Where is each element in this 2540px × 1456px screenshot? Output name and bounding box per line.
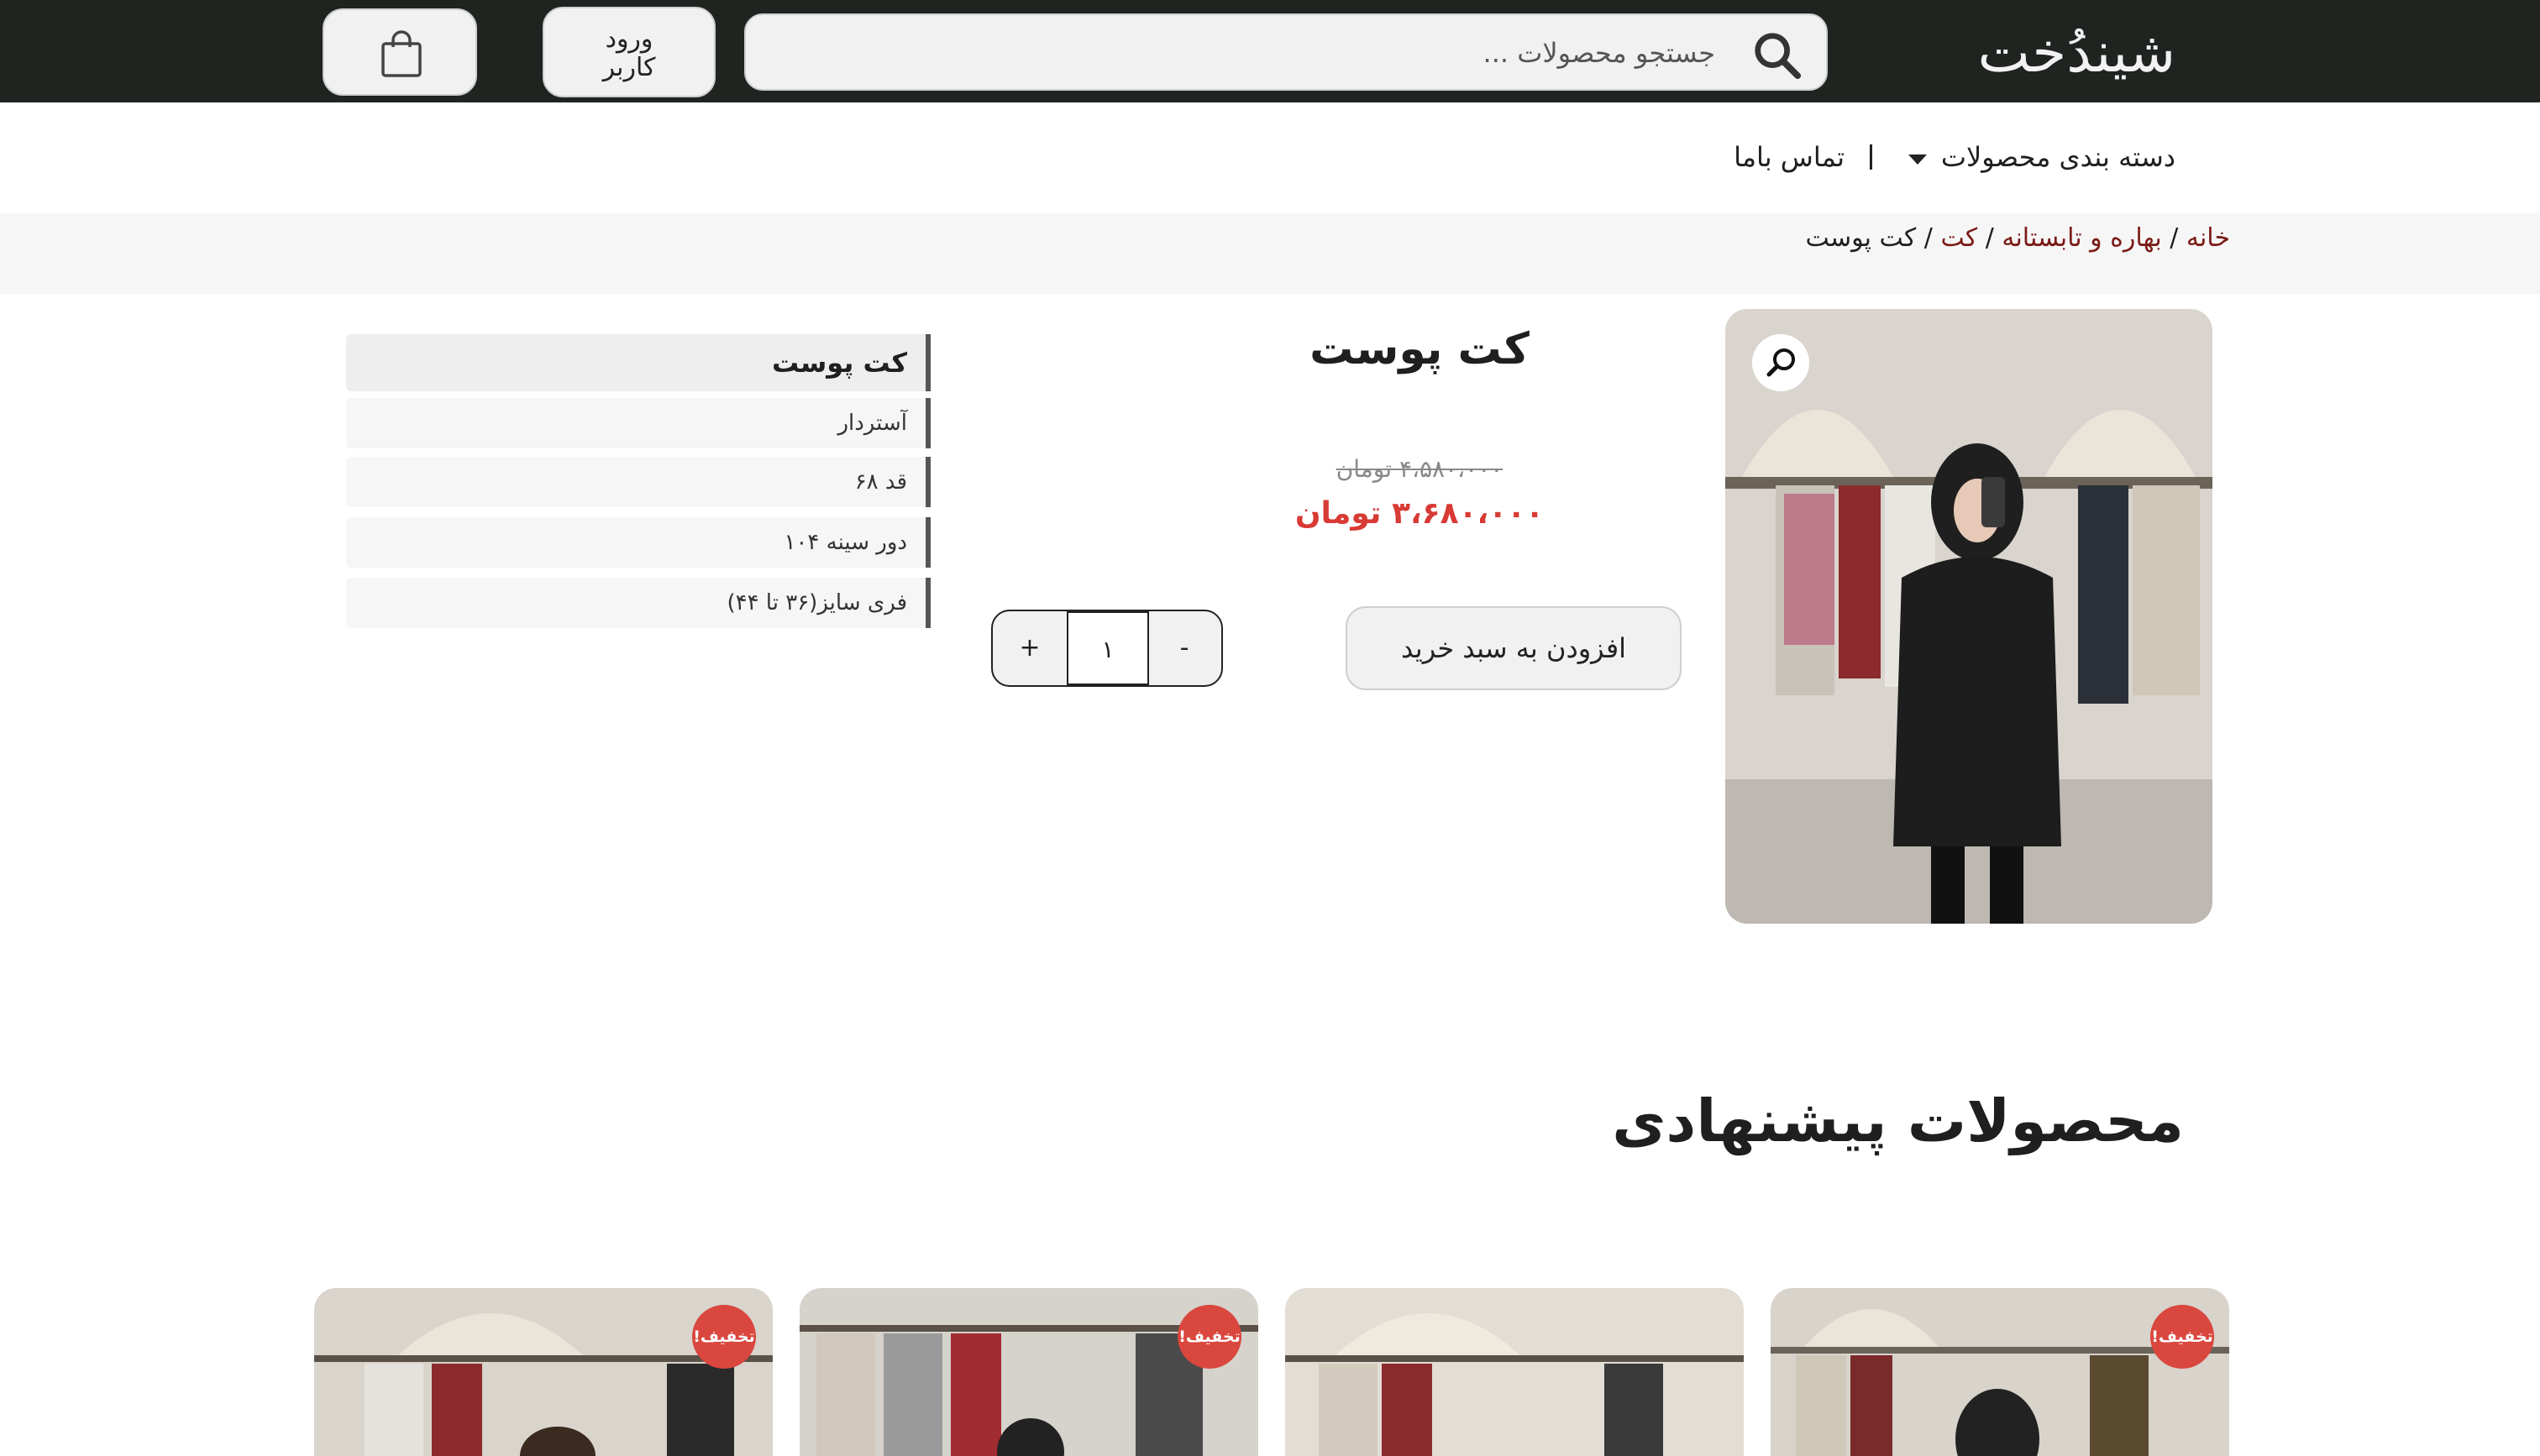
breadcrumb-season[interactable]: بهاره و تابستانه: [2002, 223, 2161, 253]
breadcrumb-current: کت پوست: [1805, 223, 1917, 253]
breadcrumb-category[interactable]: کت: [1940, 223, 1977, 253]
chevron-down-icon[interactable]: [1905, 146, 1930, 171]
attribute-item: دور سینه ۱۰۴: [346, 517, 931, 568]
quantity-stepper: - ۱ +: [991, 610, 1223, 687]
product-title: کت پوست: [1309, 324, 1530, 374]
attribute-item: فری سایز(۳۶ تا ۴۴): [346, 578, 931, 628]
nav-contact[interactable]: تماس باما: [1727, 136, 1845, 178]
sale-price: ۳،۶۸۰،۰۰۰ تومان: [1294, 496, 1545, 531]
product-card[interactable]: تخفیف!: [800, 1288, 1258, 1456]
attribute-item: قد ۶۸: [346, 457, 931, 507]
site-logo[interactable]: شیندُخت: [1932, 15, 2175, 91]
breadcrumb-separator: /: [1916, 223, 1941, 253]
discount-badge: تخفیف!: [1178, 1305, 1241, 1369]
breadcrumb: خانه / بهاره و تابستانه / کت / کت پوست: [1722, 218, 2230, 259]
suggested-products-title: محصولات پیشنهادی: [1612, 1087, 2184, 1155]
login-button[interactable]: ورود کاربر: [543, 7, 716, 97]
search-icon[interactable]: [1750, 29, 1803, 81]
old-price: ۴،۵۸۰،۰۰۰ تومان: [1336, 455, 1504, 483]
cart-button[interactable]: [323, 8, 477, 96]
product-card[interactable]: [1285, 1288, 1744, 1456]
search-input[interactable]: [793, 29, 1717, 77]
login-label-line2: کاربر: [602, 53, 656, 82]
breadcrumb-home[interactable]: خانه: [2186, 223, 2230, 253]
nav-categories[interactable]: دسته بندی محصولات: [1940, 136, 2175, 178]
search-bar[interactable]: [744, 13, 1828, 91]
quantity-input[interactable]: ۱: [1067, 611, 1149, 685]
breadcrumb-separator: /: [2161, 223, 2186, 253]
attribute-item: آستردار: [346, 398, 931, 448]
zoom-icon[interactable]: [1752, 334, 1809, 391]
product-card[interactable]: تخفیف!: [314, 1288, 773, 1456]
breadcrumb-separator: /: [1977, 223, 2002, 253]
nav-separator: [1870, 144, 1872, 170]
quantity-increase-button[interactable]: +: [993, 611, 1067, 685]
login-label-line1: ورود: [605, 24, 653, 54]
product-image[interactable]: [1725, 309, 2212, 924]
discount-badge: تخفیف!: [2150, 1305, 2214, 1369]
quantity-decrease-button[interactable]: -: [1147, 611, 1221, 685]
discount-badge: تخفیف!: [692, 1305, 756, 1369]
product-card[interactable]: تخفیف!: [1771, 1288, 2229, 1456]
add-to-cart-button[interactable]: افزودن به سبد خرید: [1346, 606, 1682, 690]
shopping-bag-icon: [381, 30, 422, 77]
attributes-heading: کت پوست: [346, 334, 931, 391]
product-card-image[interactable]: [1285, 1288, 1744, 1456]
